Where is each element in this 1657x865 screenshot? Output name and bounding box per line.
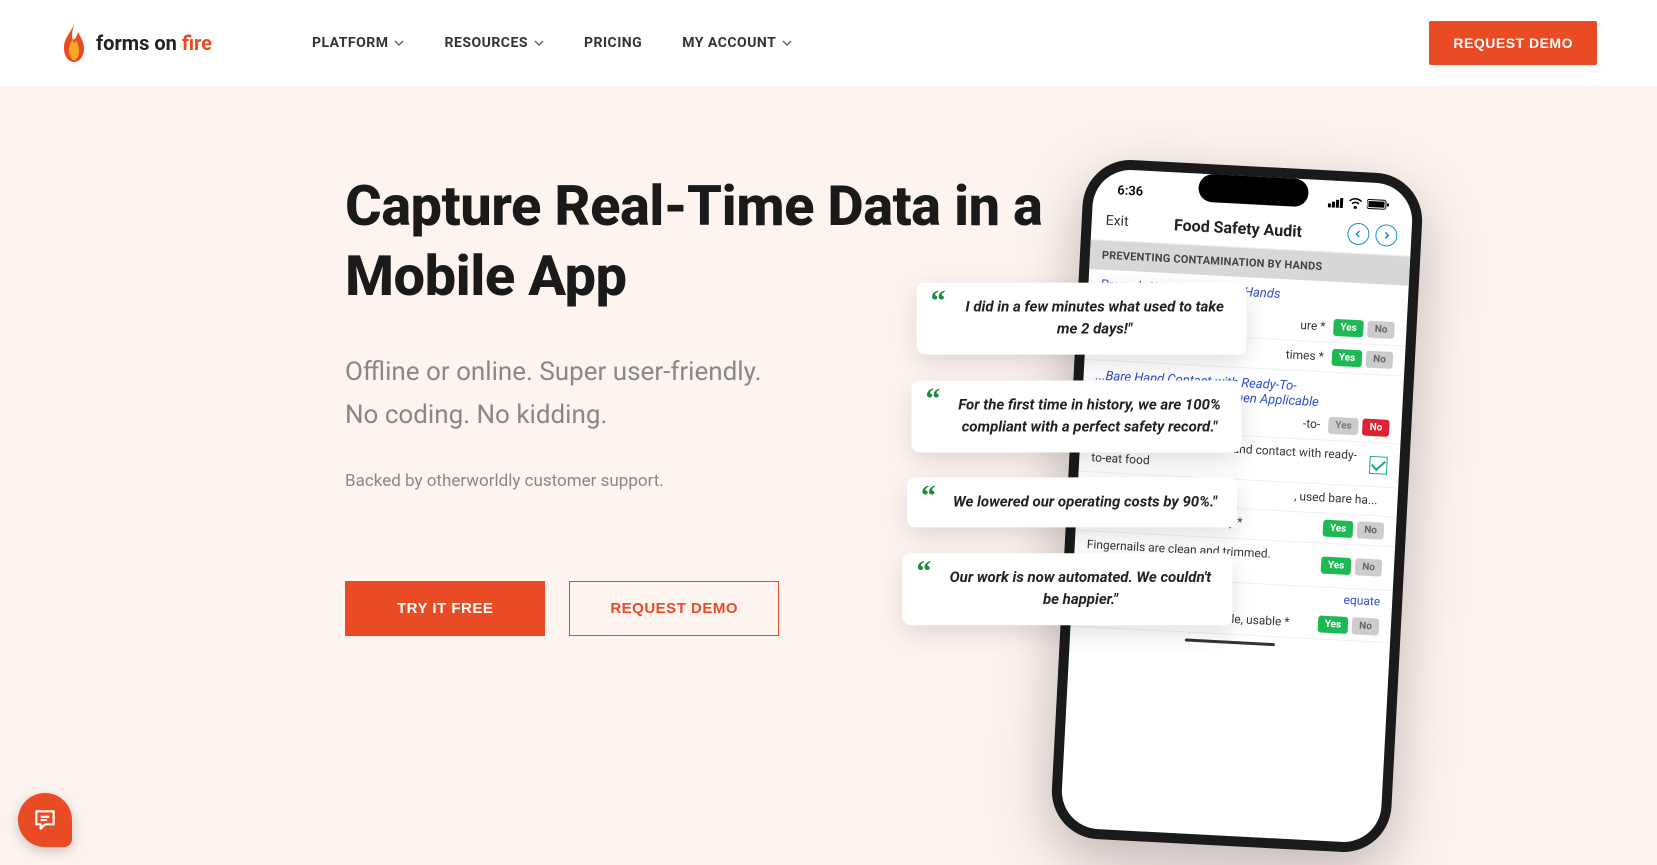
quote-text: Our work is now automated. We couldn't b… (946, 567, 1214, 611)
quote-mark-icon: “ (916, 563, 931, 581)
yes-badge: Yes (1317, 615, 1348, 634)
nav-resources[interactable]: RESOURCES (444, 35, 543, 51)
quote-card: “ I did in a few minutes what used to ta… (917, 283, 1247, 355)
chat-icon (32, 807, 58, 833)
request-demo-button[interactable]: REQUEST DEMO (569, 581, 779, 636)
site-header: forms on fire PLATFORM RESOURCES PRICING… (0, 0, 1657, 86)
quote-cards: “ I did in a few minutes what used to ta… (899, 274, 1248, 659)
battery-icon (1367, 198, 1390, 210)
yes-badge: Yes (1322, 519, 1353, 538)
nav-label: PRICING (584, 35, 642, 51)
yes-badge: Yes (1320, 556, 1351, 575)
flame-icon (60, 22, 88, 64)
quote-text: I did in a few minutes what used to take… (961, 297, 1229, 341)
signal-icon (1328, 196, 1345, 208)
nav-label: RESOURCES (444, 35, 527, 51)
chevron-down-icon (394, 40, 404, 46)
phone-time: 6:36 (1117, 183, 1144, 199)
nav-label: PLATFORM (312, 35, 389, 51)
logo[interactable]: forms on fire (60, 22, 212, 64)
nav-my-account[interactable]: MY ACCOUNT (682, 35, 792, 51)
quote-text: We lowered our operating costs by 90%." (951, 491, 1219, 513)
request-demo-header-button[interactable]: REQUEST DEMO (1429, 21, 1597, 65)
quote-text: For the first time in history, we are 10… (956, 394, 1224, 438)
nav-platform[interactable]: PLATFORM (312, 35, 405, 51)
hero-section: Capture Real-Time Data in a Mobile App O… (0, 86, 1657, 865)
wifi-icon (1348, 197, 1364, 209)
nav-pricing[interactable]: PRICING (584, 35, 642, 51)
app-title: Food Safety Audit (1128, 212, 1348, 242)
no-badge: No (1352, 617, 1380, 635)
chevron-down-icon (534, 40, 544, 46)
quote-mark-icon: “ (931, 293, 946, 311)
phone-notch (1198, 174, 1309, 208)
yes-badge-gray: Yes (1328, 417, 1359, 436)
quote-mark-icon: “ (926, 390, 941, 408)
yes-badge: Yes (1331, 349, 1362, 368)
quote-mark-icon: “ (921, 487, 936, 505)
phone-mockup: 6:36 Exit Food Safety Audit PREVENTI (1049, 158, 1424, 855)
chevron-down-icon (782, 40, 792, 46)
logo-text-a: forms on (96, 31, 182, 55)
yes-badge: Yes (1333, 319, 1364, 338)
next-arrow-icon (1375, 224, 1398, 247)
quote-card: “ Our work is now automated. We couldn't… (902, 553, 1232, 625)
app-exit: Exit (1105, 213, 1129, 230)
logo-text-b: fire (182, 31, 212, 55)
checkbox-checked-icon (1369, 455, 1388, 474)
nav-label: MY ACCOUNT (682, 35, 776, 51)
quote-card: “ We lowered our operating costs by 90%.… (907, 477, 1237, 527)
quote-card: “ For the first time in history, we are … (912, 380, 1242, 452)
status-icons (1328, 196, 1389, 210)
try-it-free-button[interactable]: TRY IT FREE (345, 581, 545, 636)
no-badge: No (1355, 558, 1383, 576)
no-badge-red: No (1362, 418, 1390, 436)
prev-arrow-icon (1347, 222, 1370, 245)
main-nav: PLATFORM RESOURCES PRICING MY ACCOUNT (312, 35, 792, 51)
no-badge: No (1367, 321, 1395, 339)
no-badge: No (1357, 521, 1385, 539)
chat-widget-button[interactable] (18, 793, 72, 847)
no-badge: No (1366, 351, 1394, 369)
